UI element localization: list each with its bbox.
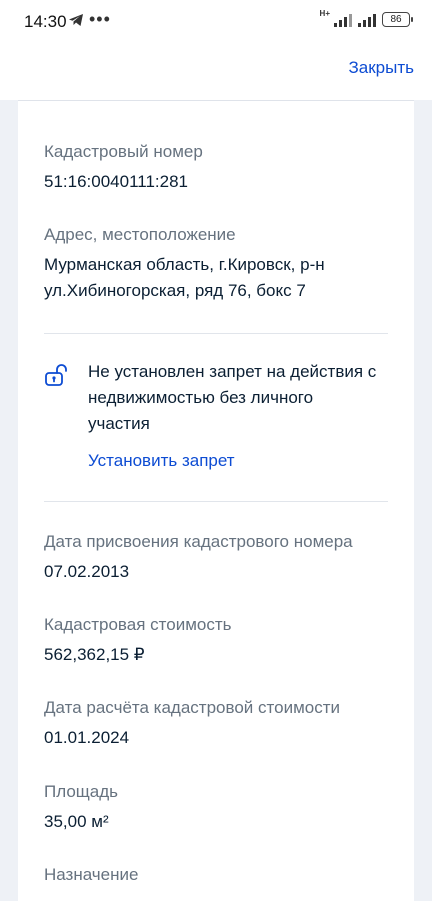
- assignment-date-label: Дата присвоения кадастрового номера: [44, 532, 353, 551]
- area-value: 35,00 м²: [44, 812, 109, 831]
- cadastral-value-value: 562,362,15 ₽: [44, 645, 145, 664]
- purpose-field: Назначение: [44, 864, 138, 886]
- restriction-text: Не установлен запрет на действия с недви…: [88, 359, 388, 437]
- cadastral-value-label: Кадастровая стоимость: [44, 615, 232, 634]
- valuation-date-field: Дата расчёта кадастровой стоимости 01.01…: [44, 697, 340, 751]
- cadastral-value-field: Кадастровая стоимость 562,362,15 ₽: [44, 614, 231, 668]
- unlocked-icon: [44, 363, 70, 392]
- area-field: Площадь 35,00 м²: [44, 781, 118, 835]
- close-button[interactable]: Закрыть: [349, 58, 414, 78]
- divider: [44, 501, 388, 502]
- restriction-text-line3: участия: [88, 414, 150, 433]
- assignment-date-field: Дата присвоения кадастрового номера 07.0…: [44, 531, 353, 585]
- address-field: Адрес, местоположение Мурманская область…: [44, 224, 325, 304]
- property-details-card: Кадастровый номер 51:16:0040111:281 Адре…: [18, 100, 414, 901]
- signal-icon: [334, 13, 352, 27]
- purpose-label: Назначение: [44, 865, 139, 884]
- area-label: Площадь: [44, 782, 119, 801]
- battery-icon: 86: [382, 12, 413, 27]
- restriction-text-line1: Не установлен запрет на действия с: [88, 362, 377, 381]
- status-icons: H+ 86: [319, 9, 413, 27]
- modal-header: Закрыть: [0, 44, 432, 100]
- set-restriction-link[interactable]: Установить запрет: [88, 451, 235, 471]
- restriction-text-line2: недвижимостью без личного: [88, 388, 314, 407]
- status-time: 14:30: [24, 12, 67, 31]
- signal-icon-2: [358, 13, 376, 27]
- assignment-date-value: 07.02.2013: [44, 562, 130, 581]
- status-bar: 14:30 ••• H+ 86: [0, 0, 432, 44]
- divider: [44, 333, 388, 334]
- valuation-date-value: 01.01.2024: [44, 728, 130, 747]
- cadastral-number-label: Кадастровый номер: [44, 142, 203, 161]
- telegram-icon: [68, 13, 84, 32]
- battery-level: 86: [390, 14, 402, 25]
- cadastral-number-field: Кадастровый номер 51:16:0040111:281: [44, 141, 203, 195]
- network-type: H+: [319, 9, 330, 18]
- cadastral-number-value: 51:16:0040111:281: [44, 172, 189, 191]
- address-label: Адрес, местоположение: [44, 225, 236, 244]
- valuation-date-label: Дата расчёта кадастровой стоимости: [44, 698, 340, 717]
- address-value-line2: ул.Хибиногорская, ряд 76, бокс 7: [44, 281, 306, 300]
- address-value-line1: Мурманская область, г.Кировск, р-н: [44, 255, 325, 274]
- more-dots-icon: •••: [89, 9, 111, 29]
